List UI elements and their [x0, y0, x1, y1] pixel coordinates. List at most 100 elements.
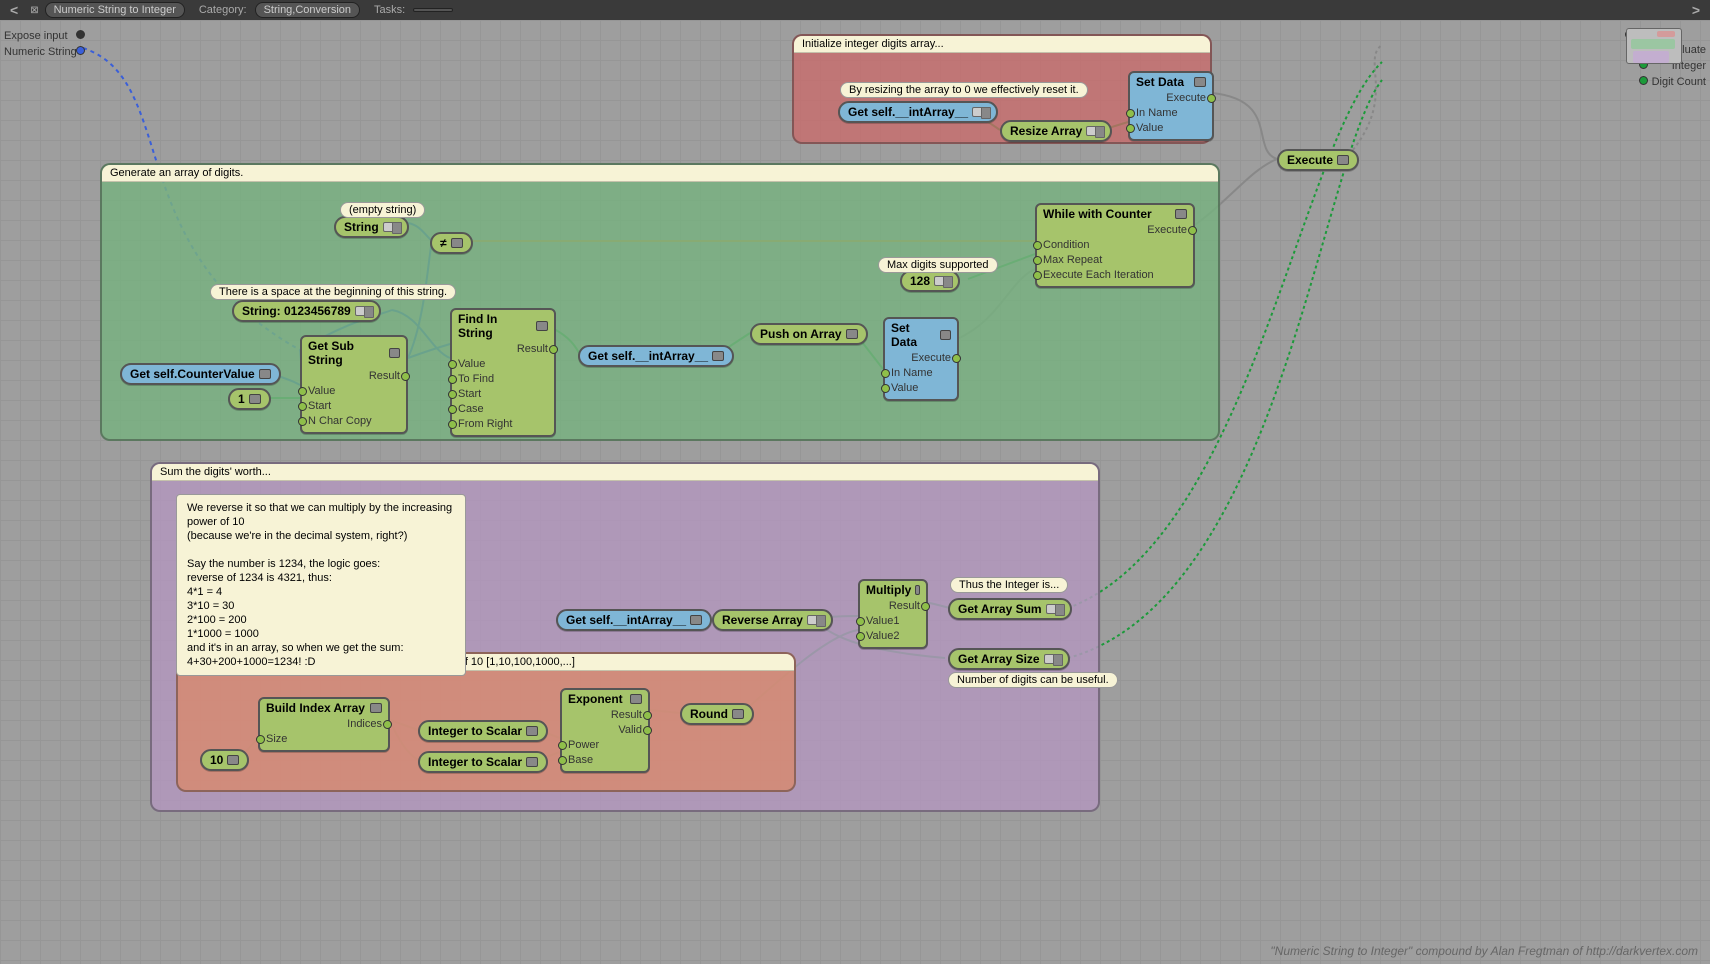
tooltip-reset: By resizing the array to 0 we effectivel…: [840, 82, 1088, 98]
node-set-data-2[interactable]: Set Data Execute In Name Value: [883, 317, 959, 401]
port-in-name[interactable]: In Name: [1136, 106, 1206, 121]
port-in-name[interactable]: In Name: [891, 366, 951, 381]
node-icon: [1046, 604, 1062, 614]
port-value2[interactable]: Value2: [866, 629, 920, 644]
node-build-index-array[interactable]: Build Index Array Indices Size: [258, 697, 390, 752]
port-value[interactable]: Value: [458, 357, 548, 372]
node-icon: [972, 107, 988, 117]
node-string-empty[interactable]: String: [334, 216, 409, 238]
node-icon: [1337, 155, 1349, 165]
node-set-data-1[interactable]: Set Data Execute In Name Value: [1128, 71, 1214, 141]
node-get-array-sum[interactable]: Get Array Sum: [948, 598, 1072, 620]
compound-name-field[interactable]: Numeric String to Integer: [45, 2, 185, 18]
tooltip-max-digits: Max digits supported: [878, 257, 998, 273]
tasks-field[interactable]: [413, 8, 453, 12]
port-digitcount-label: Digit Count: [1652, 76, 1706, 88]
port-start[interactable]: Start: [458, 387, 548, 402]
port-indices[interactable]: Indices: [266, 717, 382, 732]
port-execute[interactable]: Execute: [891, 351, 951, 366]
port-condition[interactable]: Condition: [1043, 238, 1187, 253]
port-power[interactable]: Power: [568, 738, 642, 753]
node-multiply[interactable]: Multiply Result Value1 Value2: [858, 579, 928, 649]
port-value1[interactable]: Value1: [866, 614, 920, 629]
port-expose-input-label: Expose input: [4, 30, 68, 42]
minimap[interactable]: [1626, 28, 1682, 64]
port-valid[interactable]: Valid: [568, 723, 642, 738]
port-case[interactable]: Case: [458, 402, 548, 417]
node-get-intarray-2[interactable]: Get self.__intArray__: [578, 345, 734, 367]
port-execute[interactable]: Execute: [1043, 223, 1187, 238]
node-const-1[interactable]: 1: [228, 388, 271, 410]
node-icon: [690, 615, 702, 625]
node-icon: [355, 306, 371, 316]
node-execute[interactable]: Execute: [1277, 149, 1359, 171]
port-base[interactable]: Base: [568, 753, 642, 768]
node-icon: [1175, 209, 1187, 219]
port-value[interactable]: Value: [891, 381, 951, 396]
node-get-sub-string[interactable]: Get Sub String Result Value Start N Char…: [300, 335, 408, 434]
node-exponent[interactable]: Exponent Result Valid Power Base: [560, 688, 650, 773]
node-int-to-scalar-1[interactable]: Integer to Scalar: [418, 720, 548, 742]
port-numeric-string-dot[interactable]: [76, 46, 85, 55]
port-value[interactable]: Value: [308, 384, 400, 399]
node-get-array-size[interactable]: Get Array Size: [948, 648, 1070, 670]
note-explanation: We reverse it so that we can multiply by…: [176, 494, 466, 676]
port-digitcount-dot[interactable]: [1639, 76, 1648, 85]
port-start[interactable]: Start: [308, 399, 400, 414]
nav-forward-icon[interactable]: >: [1686, 2, 1706, 18]
node-find-in-string[interactable]: Find In String Result Value To Find Star…: [450, 308, 556, 437]
node-icon: [1044, 654, 1060, 664]
node-icon: [383, 222, 399, 232]
node-const-128[interactable]: 128: [900, 270, 960, 292]
group-sum-title: Sum the digits' worth...: [152, 464, 1098, 481]
close-icon[interactable]: ⊠: [30, 5, 38, 16]
node-icon: [732, 709, 744, 719]
node-get-intarray-3[interactable]: Get self.__intArray__: [556, 609, 712, 631]
port-ncharcopy[interactable]: N Char Copy: [308, 414, 400, 429]
port-result[interactable]: Result: [308, 369, 400, 384]
node-not-equal[interactable]: ≠: [430, 232, 473, 254]
node-icon: [934, 276, 950, 286]
port-maxrepeat[interactable]: Max Repeat: [1043, 253, 1187, 268]
port-value[interactable]: Value: [1136, 121, 1206, 136]
node-icon: [227, 755, 239, 765]
topbar: < ⊠ Numeric String to Integer Category: …: [0, 0, 1710, 20]
port-result[interactable]: Result: [568, 708, 642, 723]
node-int-to-scalar-2[interactable]: Integer to Scalar: [418, 751, 548, 773]
nav-back-icon[interactable]: <: [4, 2, 24, 18]
node-icon: [846, 329, 858, 339]
port-result[interactable]: Result: [866, 599, 920, 614]
node-icon: [1194, 77, 1206, 87]
node-string-digits[interactable]: String: 0123456789: [232, 300, 381, 322]
node-while-with-counter[interactable]: While with Counter Execute Condition Max…: [1035, 203, 1195, 288]
category-field[interactable]: String,Conversion: [255, 2, 360, 18]
node-get-intarray-1[interactable]: Get self.__intArray__: [838, 101, 998, 123]
group-generate-title: Generate an array of digits.: [102, 165, 1218, 182]
node-canvas[interactable]: Expose input Numeric String Evaluate Int…: [0, 20, 1710, 964]
tooltip-thus-integer: Thus the Integer is...: [950, 577, 1068, 593]
node-icon: [370, 703, 382, 713]
port-numeric-string-label: Numeric String: [4, 46, 77, 58]
node-const-10[interactable]: 10: [200, 749, 249, 771]
credit-text: "Numeric String to Integer" compound by …: [1270, 944, 1698, 958]
node-icon: [915, 585, 920, 595]
node-reverse-array[interactable]: Reverse Array: [712, 609, 833, 631]
node-icon: [630, 694, 642, 704]
node-icon: [526, 726, 538, 736]
node-icon: [259, 369, 271, 379]
node-icon: [249, 394, 261, 404]
port-expose-input-dot[interactable]: [76, 30, 85, 39]
port-tofind[interactable]: To Find: [458, 372, 548, 387]
tasks-label: Tasks:: [366, 4, 407, 16]
port-execute[interactable]: Execute: [1136, 91, 1206, 106]
port-size[interactable]: Size: [266, 732, 382, 747]
node-push-on-array[interactable]: Push on Array: [750, 323, 868, 345]
node-icon: [712, 351, 724, 361]
node-resize-array[interactable]: Resize Array: [1000, 120, 1112, 142]
node-round[interactable]: Round: [680, 703, 754, 725]
node-get-countervalue[interactable]: Get self.CounterValue: [120, 363, 281, 385]
node-icon: [451, 238, 463, 248]
port-fromright[interactable]: From Right: [458, 417, 548, 432]
port-exec-each[interactable]: Execute Each Iteration: [1043, 268, 1187, 283]
port-result[interactable]: Result: [458, 342, 548, 357]
